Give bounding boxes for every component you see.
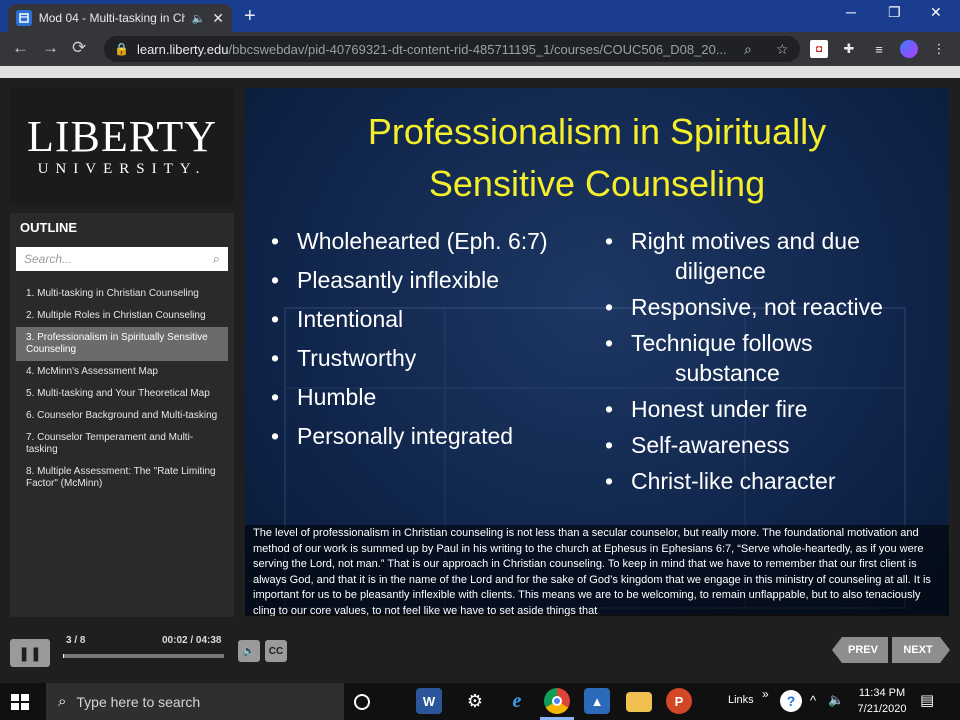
extensions-puzzle-icon[interactable]: ✚ (840, 40, 858, 58)
reload-button[interactable]: ⟳ (72, 38, 86, 58)
links-toolbar-label[interactable]: Links (728, 694, 754, 706)
outline-item[interactable]: 5. Multi-tasking and Your Theoretical Ma… (16, 383, 228, 405)
slide-bullet: Humble (271, 382, 591, 412)
slide-bullet: Christ-like character (605, 466, 945, 496)
liberty-logo: LIBERTY UNIVERSITY. (10, 88, 234, 204)
outline-item[interactable]: 2. Multiple Roles in Christian Counselin… (16, 305, 228, 327)
notification-center-icon[interactable]: ▤ (920, 691, 934, 709)
bookmark-star-icon[interactable]: ☆ (776, 41, 789, 58)
address-bar[interactable]: 🔒 learn.liberty.edu/bbcswebdav/pid-40769… (104, 36, 800, 62)
outline-sidebar: OUTLINE Search... ⌕ 1. Multi-tasking in … (10, 213, 234, 617)
new-tab-button[interactable]: + (244, 5, 256, 28)
back-button[interactable]: ← (12, 38, 29, 58)
minimize-button[interactable]: ─ (846, 4, 856, 20)
settings-gear-icon[interactable]: ⚙ (462, 688, 488, 714)
media-queue-icon[interactable]: ≡ (870, 40, 888, 58)
clock-time[interactable]: 11:34 PM (856, 687, 908, 699)
edge-browser-icon[interactable]: e (504, 688, 530, 714)
profile-avatar-icon[interactable] (900, 40, 918, 58)
task-view-icon[interactable] (354, 694, 370, 710)
maximize-button[interactable]: ❐ (888, 4, 901, 21)
search-icon[interactable]: ⌕ (213, 251, 220, 267)
slide-bullet: Technique follows substance (605, 328, 945, 388)
slide-bullet: Self-awareness (605, 430, 945, 460)
speaker-tray-icon[interactable]: 🔈 (828, 692, 844, 708)
outline-header: OUTLINE (20, 220, 78, 235)
slide-bullet-line: Right motives and due (631, 228, 860, 254)
slide-bullet: Pleasantly inflexible (271, 265, 591, 295)
outline-search-input[interactable]: Search... ⌕ (16, 247, 228, 271)
pause-button[interactable]: ❚❚ (10, 639, 50, 667)
help-icon[interactable]: ? (780, 690, 802, 712)
progress-fill (63, 654, 65, 658)
slide-bullet-line: Technique follows (631, 330, 813, 356)
browser-toolbar: ← → ⟳ 🔒 learn.liberty.edu/bbcswebdav/pid… (0, 32, 960, 66)
slide-bullet: Personally integrated (271, 421, 591, 451)
taskbar-search-placeholder: Type here to search (76, 693, 201, 710)
tab-close-icon[interactable]: ✕ (212, 10, 224, 27)
outline-item[interactable]: 1. Multi-tasking in Christian Counseling (16, 283, 228, 305)
page-favicon-icon (16, 10, 32, 26)
slide-left-column: Wholehearted (Eph. 6:7) Pleasantly inflex… (271, 226, 591, 460)
slide-bullet-line: Honest under fire (631, 396, 808, 422)
presentation-player: LIBERTY UNIVERSITY. OUTLINE Search... ⌕ … (0, 78, 960, 683)
player-controls: ❚❚ 3 / 8 00:02 / 04:38 🔈 CC PREV NEXT (0, 625, 960, 683)
windows-start-icon[interactable] (8, 691, 32, 713)
slide-title: Professionalism in Spiritually Sensitive… (367, 111, 827, 204)
slide-bullet: Responsive, not reactive (605, 292, 945, 322)
slide-bullet-line: Christ-like character (631, 468, 836, 494)
slide-counter: 3 / 8 (66, 635, 86, 646)
clock-date[interactable]: 7/21/2020 (856, 703, 908, 715)
tab-title: Mod 04 - Multi-tasking in Christian Coun… (38, 11, 185, 25)
slide-right-column: Right motives and due diligence Responsive… (605, 226, 945, 502)
slide-bullet-continuation: substance (675, 360, 780, 386)
file-explorer-icon[interactable] (626, 692, 652, 712)
url-text: learn.liberty.edu/bbcswebdav/pid-4076932… (136, 41, 727, 57)
prev-button[interactable]: PREV (832, 637, 888, 663)
page-top-band (0, 66, 960, 78)
slide-notes: The level of professionalism in Christia… (245, 525, 949, 616)
zoom-icon[interactable]: ⌕ (744, 41, 752, 58)
windows-taskbar: ⌕ Type here to search W ⚙ e ▲ P Links » … (0, 683, 960, 720)
logo-sub-text: UNIVERSITY. (37, 160, 207, 177)
close-window-button[interactable]: ✕ (930, 4, 942, 21)
chrome-app-icon[interactable] (544, 688, 570, 714)
outline-item[interactable]: 3. Professionalism in Spiritually Sensit… (16, 327, 228, 361)
photos-app-icon[interactable]: ▲ (584, 688, 610, 714)
outline-item[interactable]: 4. McMinn's Assessment Map (16, 361, 228, 383)
screen: Mod 04 - Multi-tasking in Christian Coun… (0, 0, 960, 720)
toolbar-overflow-icon[interactable]: » (762, 687, 769, 701)
outline-list: 1. Multi-tasking in Christian Counseling… (16, 283, 228, 495)
taskbar-search-box[interactable]: ⌕ Type here to search (46, 683, 344, 720)
tray-chevron-icon[interactable]: ^ (810, 693, 816, 708)
logo-main-text: LIBERTY (26, 111, 218, 161)
forward-button[interactable]: → (42, 38, 59, 58)
slide-bullet-line: Responsive, not reactive (631, 294, 883, 320)
lock-icon: 🔒 (114, 42, 129, 56)
slide-bullet: Right motives and due diligence (605, 226, 945, 286)
outline-item[interactable]: 7. Counselor Temperament and Multi-taski… (16, 427, 228, 461)
slide-bullet: Intentional (271, 304, 591, 334)
extension-shield-icon[interactable]: ◘ (810, 40, 828, 58)
speaker-icon[interactable]: 🔈 (192, 12, 206, 25)
outline-item[interactable]: 6. Counselor Background and Multi-taskin… (16, 405, 228, 427)
slide-bullet-continuation: diligence (675, 258, 766, 284)
outline-item[interactable]: 8. Multiple Assessment: The "Rate Limiti… (16, 461, 228, 495)
slide-bullet: Honest under fire (605, 394, 945, 424)
browser-tab-strip: Mod 04 - Multi-tasking in Christian Coun… (0, 0, 960, 32)
powerpoint-app-icon[interactable]: P (666, 688, 692, 714)
next-button[interactable]: NEXT (892, 637, 950, 663)
slide-bullet: Trustworthy (271, 343, 591, 373)
search-placeholder: Search... (24, 252, 73, 266)
time-readout: 00:02 / 04:38 (162, 635, 222, 646)
closed-captions-button[interactable]: CC (265, 640, 287, 662)
progress-bar[interactable] (63, 654, 224, 658)
word-app-icon[interactable]: W (416, 688, 442, 714)
volume-icon[interactable]: 🔈 (238, 640, 260, 662)
browser-tab[interactable]: Mod 04 - Multi-tasking in Christian Coun… (8, 4, 232, 32)
menu-dots-icon[interactable]: ⋮ (930, 40, 948, 58)
slide-bullet: Wholehearted (Eph. 6:7) (271, 226, 591, 256)
search-icon: ⌕ (58, 693, 67, 710)
slide-bullet-line: Self-awareness (631, 432, 790, 458)
